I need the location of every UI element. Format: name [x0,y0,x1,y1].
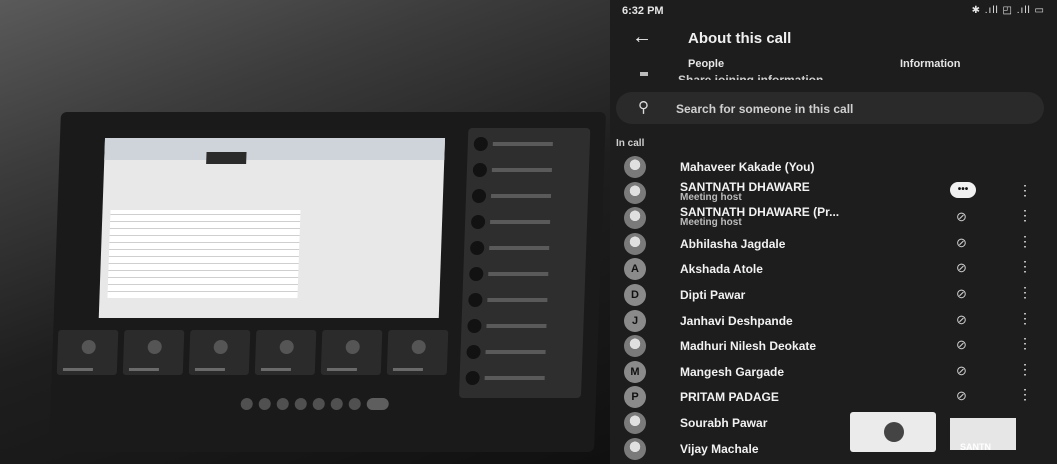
video-tile [188,330,251,375]
avatar [624,181,646,204]
participant-name: Sourabh Pawar [680,415,768,430]
participant-row[interactable]: SANTNATH DHAWARE Meeting host ••• ⋮ [610,180,1057,206]
search-bar[interactable]: ⚲ [616,92,1044,124]
participant-name: Dipti Pawar [680,287,746,302]
laptop-people-row [465,368,576,388]
laptop-people-row [470,212,582,232]
avatar: J [624,309,646,332]
participant-role: Meeting host [680,217,742,229]
laptop-people-row [467,316,578,336]
video-tile [386,330,449,375]
participant-name: Akshada Atole [680,262,763,277]
participant-row[interactable]: P PRITAM PADAGE ⊘ ⋮ [610,384,1057,410]
laptop-people-row [472,160,584,180]
avatar: A [624,258,646,281]
participant-row[interactable]: Madhuri Nilesh Deokate ⊘ ⋮ [610,333,1057,359]
laptop-call-controls [240,398,389,410]
laptop-screen [49,112,606,452]
participant-name: Vijay Machale [680,441,759,456]
tab-information[interactable]: Information [900,58,961,70]
mic-off-icon: ⊘ [956,285,967,301]
avatar: P [624,386,646,409]
avatar [624,207,646,230]
participant-row[interactable]: SANTNATH DHAWARE (Pr... Meeting host ⊘ ⋮ [610,205,1057,231]
participant-list: Mahaveer Kakade (You) SANTNATH DHAWARE M… [610,154,1057,461]
laptop-people-row [471,186,583,206]
laptop-people-panel [458,128,591,398]
page-title: About this call [688,30,792,47]
app-bar: ← About this call [610,24,1057,56]
participant-name: Abhilasha Jagdale [680,236,786,251]
laptop-people-row [466,342,577,362]
share-icon [640,72,648,76]
avatar: M [624,360,646,383]
status-time: 6:32 PM [622,5,664,17]
mic-off-icon: ⊘ [956,388,967,404]
shared-toolbar [104,138,446,160]
avatar [624,156,646,178]
participant-row[interactable]: D Dipti Pawar ⊘ ⋮ [610,282,1057,308]
video-tile [254,330,317,375]
participant-name: PRITAM PADAGE [680,390,779,405]
participant-name: Janhavi Deshpande [680,313,793,328]
avatar [624,411,646,434]
more-options-icon[interactable]: ⋮ [1018,285,1032,299]
share-joining-info-link[interactable]: Share joining information [678,70,823,80]
laptop-people-row [469,238,581,258]
shared-screen [98,138,446,318]
participant-name: Mangesh Gargade [680,364,785,379]
self-video-tile[interactable] [850,412,936,452]
search-input[interactable] [674,98,1038,120]
status-icons: ✱ .ıll ◰ .ıll ▭ [971,5,1045,16]
laptop-video-tiles [56,330,449,375]
participant-role: Meeting host [680,191,742,203]
more-options-icon[interactable]: ⋮ [1018,259,1032,273]
participant-row[interactable]: A Akshada Atole ⊘ ⋮ [610,256,1057,282]
participant-row[interactable]: Abhilasha Jagdale ⊘ ⋮ [610,231,1057,257]
arrow-left-icon[interactable]: ← [632,26,652,49]
participant-name: Madhuri Nilesh Deokate [680,339,817,354]
mic-off-icon: ⊘ [956,337,967,353]
more-options-icon[interactable]: ⋮ [1018,387,1032,401]
host-tile-label: SANTN [960,442,991,452]
more-options-icon[interactable]: ⋮ [1018,311,1032,325]
avatar: D [624,283,646,306]
participant-row[interactable]: J Janhavi Deshpande ⊘ ⋮ [610,308,1057,334]
mic-off-icon: ⊘ [956,260,967,276]
laptop-people-row [473,134,584,154]
laptop-photo [0,0,610,464]
mic-off-icon: ⊘ [956,362,967,378]
more-options-icon[interactable]: ⋮ [1018,208,1032,222]
more-options-icon[interactable]: ⋮ [1018,183,1032,197]
laptop-people-row [469,264,580,284]
phone-screen: 6:32 PM ✱ .ıll ◰ .ıll ▭ ← About this cal… [610,0,1057,464]
more-options-icon[interactable]: ⋮ [1018,362,1032,376]
mic-off-icon: ⊘ [956,234,967,250]
search-icon: ⚲ [638,99,649,116]
avatar [884,422,904,442]
mic-off-icon: ⊘ [956,311,967,327]
stop-sharing-button [206,152,247,164]
video-tile [56,330,119,375]
shared-spreadsheet [107,210,301,298]
avatar [624,335,646,358]
speaking-indicator-icon: ••• [950,181,976,198]
participant-row[interactable]: Mahaveer Kakade (You) [610,154,1057,180]
video-tile [320,330,383,375]
participant-row[interactable]: M Mangesh Gargade ⊘ ⋮ [610,359,1057,385]
avatar [624,437,646,460]
tab-people[interactable]: People [688,58,724,70]
more-options-icon[interactable]: ⋮ [1018,336,1032,350]
mic-off-icon: ⊘ [956,209,967,225]
participant-name: Mahaveer Kakade (You) [680,160,815,174]
avatar [624,232,646,255]
section-label: In call [616,138,645,149]
more-options-icon[interactable]: ⋮ [1018,234,1032,248]
video-tile [122,330,185,375]
laptop-people-row [468,290,579,310]
